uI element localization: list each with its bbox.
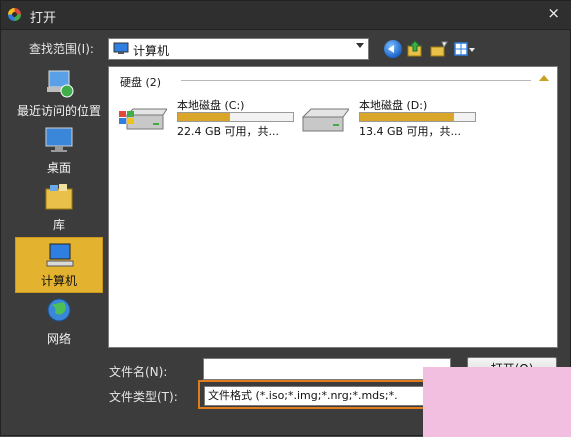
filetype-highlight-box (198, 380, 426, 409)
window-title: 打开 (30, 11, 57, 26)
place-desktop[interactable]: 桌面 (15, 123, 103, 179)
place-label: 桌面 (46, 161, 71, 175)
recent-places-icon (47, 70, 74, 98)
lookin-label: 查找范围(I): (29, 42, 94, 56)
computer-icon (46, 243, 74, 267)
back-button[interactable] (384, 40, 402, 58)
filename-label: 文件名(N): (109, 365, 168, 379)
file-list[interactable]: 硬盘 (2) 本地磁盘 (C:) 22.4 GB 可用，共... 本地磁盘 (D… (108, 66, 558, 348)
place-label: 库 (52, 218, 65, 232)
filename-input[interactable] (203, 358, 451, 380)
drive-d[interactable]: 本地磁盘 (D:) 13.4 GB 可用，共... (299, 97, 479, 141)
place-recent-locations[interactable]: 最近访问的位置 (15, 66, 103, 122)
lookin-dropdown[interactable]: 计算机 (108, 38, 369, 60)
place-label: 最近访问的位置 (16, 104, 101, 118)
app-icon (8, 8, 21, 21)
group-header: 硬盘 (2) (120, 76, 162, 89)
overlay-block (423, 367, 571, 437)
place-label: 网络 (46, 332, 71, 346)
chevron-down-icon[interactable] (356, 43, 364, 48)
up-folder-icon[interactable] (406, 40, 424, 58)
computer-icon (113, 42, 129, 54)
network-icon (47, 298, 71, 322)
places-bar: 最近访问的位置 桌面 库 计算机 网络 (13, 66, 105, 350)
drive-free-space: 13.4 GB 可用，共... (359, 125, 462, 138)
lookin-value: 计算机 (133, 44, 170, 58)
windows-drive-icon (119, 108, 167, 130)
drive-name: 本地磁盘 (C:) (177, 99, 245, 112)
views-menu-icon[interactable] (454, 40, 476, 58)
libraries-icon (45, 184, 73, 210)
open-dialog: 打开 × 查找范围(I): 计算机 最近访问的位置 桌面 库 计算机 网络 硬盘… (0, 0, 571, 437)
drive-name: 本地磁盘 (D:) (359, 99, 428, 112)
chevron-up-icon[interactable] (539, 75, 549, 81)
place-network[interactable]: 网络 (15, 294, 103, 350)
drive-free-space: 22.4 GB 可用，共... (177, 125, 280, 138)
drive-c[interactable]: 本地磁盘 (C:) 22.4 GB 可用，共... (117, 97, 297, 141)
place-libraries[interactable]: 库 (15, 180, 103, 236)
new-folder-icon[interactable] (430, 40, 448, 58)
titlebar: 打开 × (1, 1, 571, 30)
drive-usage-bar (177, 112, 294, 122)
group-divider (181, 80, 531, 81)
place-label: 计算机 (40, 274, 77, 288)
hard-drive-icon (301, 108, 349, 132)
place-computer[interactable]: 计算机 (15, 237, 103, 293)
filetype-label: 文件类型(T): (109, 390, 178, 404)
close-button[interactable]: × (547, 4, 560, 22)
desktop-icon (45, 127, 73, 152)
drive-usage-bar (359, 112, 476, 122)
